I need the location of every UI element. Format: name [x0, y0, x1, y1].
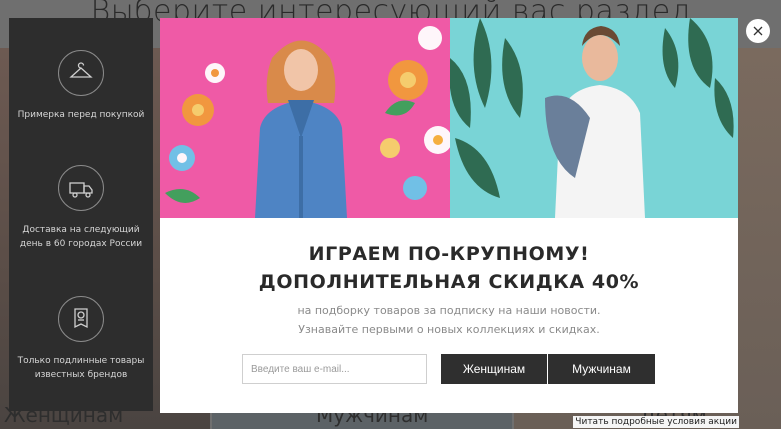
subscribe-women-button[interactable]: Женщинам [441, 354, 547, 384]
subscribe-men-button[interactable]: Мужчинам [548, 354, 655, 384]
delivery-truck-icon [58, 165, 104, 211]
benefit-label: Только подлинные товары известных брендо… [17, 356, 145, 380]
email-field[interactable] [242, 354, 427, 384]
men-hero-image [450, 18, 738, 218]
benefits-sidebar: Примерка перед покупкой Доставка на след… [9, 18, 153, 411]
close-button[interactable] [746, 19, 770, 43]
subscription-modal: ИГРАЕМ ПО-КРУПНОМУ! ДОПОЛНИТЕЛЬНАЯ СКИДК… [160, 18, 738, 413]
promo-title: ИГРАЕМ ПО-КРУПНОМУ! ДОПОЛНИТЕЛЬНАЯ СКИДК… [160, 240, 738, 296]
promo-subtitle-line1: на подборку товаров за подписку на наши … [297, 304, 601, 317]
promo-subtitle-line2: Узнавайте первыми о новых коллекциях и с… [298, 323, 600, 336]
promo-subtitle: на подборку товаров за подписку на наши … [160, 301, 738, 339]
promo-title-line2: ДОПОЛНИТЕЛЬНАЯ СКИДКА 40% [258, 271, 640, 293]
benefit-label: Доставка на следующий день в 60 городах … [19, 225, 143, 249]
promo-terms-link[interactable]: Читать подробные условия акции [573, 416, 739, 428]
hanger-icon [58, 50, 104, 96]
benefit-authentic: Только подлинные товары известных брендо… [9, 296, 153, 382]
promo-title-line1: ИГРАЕМ ПО-КРУПНОМУ! [308, 243, 590, 265]
benefit-fitting: Примерка перед покупкой [9, 50, 153, 122]
benefit-label: Примерка перед покупкой [17, 110, 145, 120]
women-hero-image [160, 18, 450, 218]
authentic-tag-icon [58, 296, 104, 342]
close-icon [753, 26, 763, 36]
hero-banner [160, 18, 738, 218]
benefit-delivery: Доставка на следующий день в 60 городах … [9, 165, 153, 251]
